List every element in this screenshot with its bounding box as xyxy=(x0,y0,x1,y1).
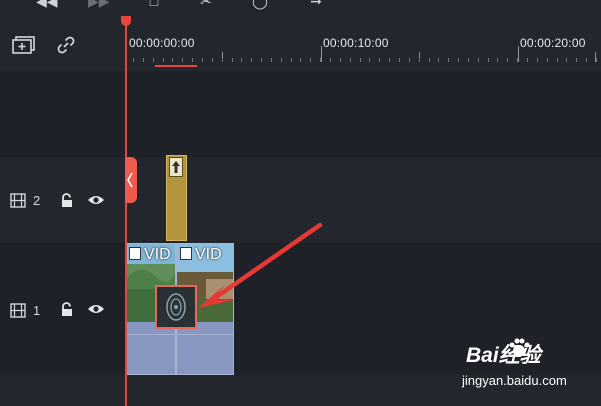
ruler-minor-tick xyxy=(389,58,391,62)
ruler-minor-tick xyxy=(517,58,519,62)
scissors-icon[interactable]: ✂ xyxy=(198,0,214,8)
eye-icon[interactable] xyxy=(87,303,105,315)
ruler-minor-tick xyxy=(133,58,134,62)
ruler-major-tick xyxy=(518,46,519,62)
ruler-minor-tick xyxy=(536,58,538,62)
ruler-minor-tick xyxy=(290,58,292,62)
ruler-minor-tick xyxy=(330,58,331,62)
film-icon xyxy=(10,303,26,318)
ruler-minor-tick xyxy=(231,58,233,62)
ruler-minor-tick xyxy=(201,58,203,62)
ruler-minor-tick xyxy=(398,58,400,62)
ruler-minor-tick xyxy=(497,58,499,62)
ruler-minor-tick xyxy=(320,58,322,62)
ruler-minor-tick xyxy=(270,58,272,62)
ruler-minor-tick xyxy=(182,58,184,62)
ruler-minor-tick xyxy=(586,58,588,62)
ruler-minor-tick xyxy=(595,58,597,62)
timecode-label: 00:00:20:00 xyxy=(520,36,586,50)
ruler-minor-tick xyxy=(556,58,558,62)
ruler-minor-tick xyxy=(339,58,341,62)
ruler-minor-tick xyxy=(448,58,450,62)
ruler-minor-tick xyxy=(428,58,430,62)
forward-icon[interactable]: ▶▶ xyxy=(88,0,110,8)
audio-divider xyxy=(126,334,175,335)
ruler-minor-tick xyxy=(487,58,489,62)
ruler-minor-tick xyxy=(438,58,440,62)
ruler-minor-tick xyxy=(576,58,578,62)
rewind-icon[interactable]: ◀◀ xyxy=(36,0,58,8)
ruler-minor-tick xyxy=(408,58,410,62)
add-track-icon[interactable] xyxy=(12,36,36,54)
ruler-minor-tick xyxy=(300,58,302,62)
title-clip-icon xyxy=(169,157,183,177)
ruler-minor-tick xyxy=(467,58,469,62)
ruler-minor-tick xyxy=(162,58,164,62)
playhead-split-marker[interactable] xyxy=(125,157,137,203)
delete-icon[interactable]: □ xyxy=(146,0,162,8)
ruler-minor-tick xyxy=(251,58,253,62)
export-arrow-icon[interactable]: ➞ xyxy=(308,0,324,8)
link-icon[interactable] xyxy=(56,35,76,55)
ruler-minor-tick xyxy=(192,58,194,62)
film-icon xyxy=(129,247,141,260)
ruler-minor-tick xyxy=(310,58,312,62)
ruler-minor-tick xyxy=(172,58,174,62)
ruler-minor-tick xyxy=(241,58,243,62)
speed-icon[interactable]: ◯ xyxy=(252,0,268,8)
playhead[interactable] xyxy=(125,16,127,406)
ruler-minor-tick xyxy=(527,58,528,62)
ruler-minor-tick xyxy=(369,58,371,62)
timeline-header-controls xyxy=(0,16,125,71)
ruler-minor-tick xyxy=(211,58,213,62)
ruler-minor-tick xyxy=(221,58,223,62)
timeline-ruler[interactable]: 00:00:00:00 00:00:10:00 00:00:20:00 xyxy=(125,16,601,71)
ruler-minor-tick xyxy=(379,58,381,62)
ruler-minor-tick xyxy=(349,58,351,62)
lock-icon[interactable] xyxy=(60,302,74,317)
audio-divider xyxy=(177,334,233,335)
lock-icon[interactable] xyxy=(60,193,74,208)
watermark-url: jingyan.baidu.com xyxy=(462,373,567,388)
toolbar: ◀◀ ▶▶ □ ✂ ◯ ➞ xyxy=(0,0,601,16)
ruler-minor-tick xyxy=(280,58,282,62)
ruler-minor-tick xyxy=(566,58,568,62)
timecode-label: 00:00:10:00 xyxy=(323,36,389,50)
film-icon xyxy=(10,193,26,208)
ruler-minor-tick xyxy=(477,58,479,62)
ruler-major-tick xyxy=(321,46,322,62)
ruler-minor-tick xyxy=(458,58,460,62)
ruler-minor-tick xyxy=(546,58,548,62)
ruler-minor-tick xyxy=(359,58,361,62)
ruler-minor-tick xyxy=(261,58,263,62)
eye-icon[interactable] xyxy=(87,194,105,206)
track-number: 1 xyxy=(33,303,41,318)
track-number: 2 xyxy=(33,193,41,208)
empty-track-area[interactable] xyxy=(0,71,601,157)
playhead-handle[interactable] xyxy=(121,16,131,26)
ruler-minor-tick xyxy=(152,58,154,62)
ruler-minor-tick xyxy=(142,58,144,62)
timecode-label: 00:00:00:00 xyxy=(129,36,195,50)
annotation-arrow xyxy=(198,222,323,308)
video-clip-label: VID xyxy=(144,246,171,263)
baidu-jingyan-watermark: Bai经验 jingyan.baidu.com xyxy=(460,335,600,395)
ruler-minor-tick xyxy=(507,58,509,62)
watermark-brand: Bai经验 xyxy=(466,344,541,367)
in-out-range-marker xyxy=(155,65,197,67)
ruler-minor-tick xyxy=(418,58,420,62)
